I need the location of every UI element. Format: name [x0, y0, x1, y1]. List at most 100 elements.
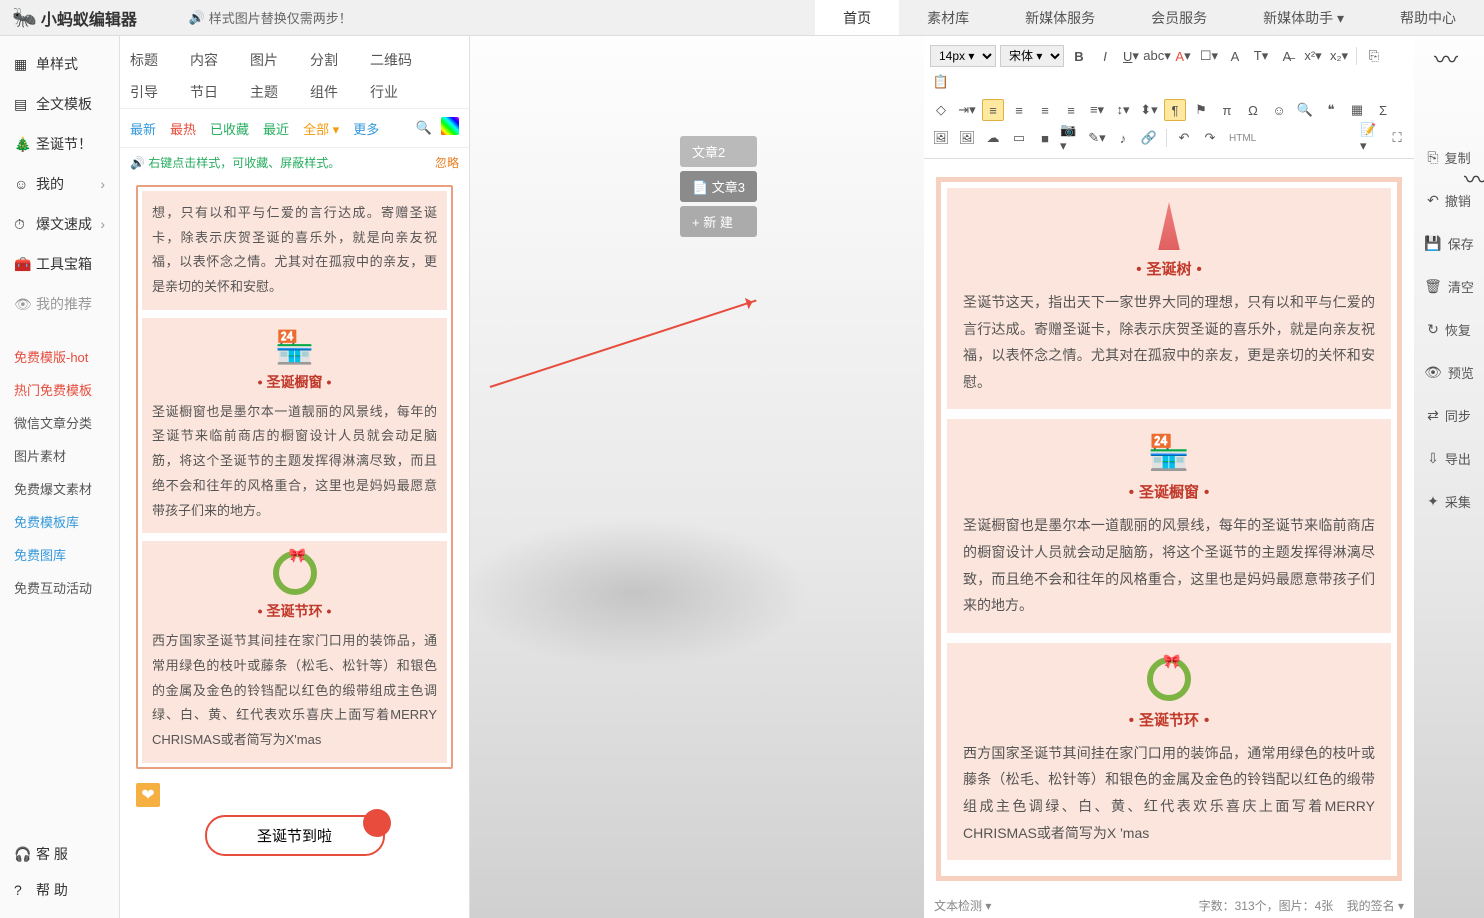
- action-恢复[interactable]: ↻恢复: [1414, 308, 1484, 351]
- sup-icon[interactable]: x²▾: [1302, 45, 1324, 67]
- style-tab[interactable]: 行业: [370, 76, 430, 108]
- clear-icon[interactable]: A̶: [1276, 45, 1298, 67]
- list-icon[interactable]: ≡▾: [1086, 99, 1108, 121]
- style-tab[interactable]: 组件: [310, 76, 370, 108]
- image-icon[interactable]: 🖼: [930, 127, 952, 149]
- card-icon[interactable]: ▭: [1008, 127, 1030, 149]
- cloud-icon[interactable]: ☁: [982, 127, 1004, 149]
- topnav-item[interactable]: 新媒体服务: [997, 0, 1123, 35]
- indent-icon[interactable]: ⇥▾: [956, 99, 978, 121]
- topnav-item[interactable]: 首页: [815, 0, 899, 35]
- undo-icon[interactable]: ↶: [1173, 127, 1195, 149]
- style-tab[interactable]: 图片: [250, 44, 310, 76]
- style-tab[interactable]: 二维码: [370, 44, 430, 76]
- sidebar-link[interactable]: 免费模板库: [0, 505, 119, 538]
- sidebar-item[interactable]: 👁我的推荐: [0, 284, 119, 324]
- filter-item[interactable]: 全部 ▾: [303, 119, 339, 138]
- logo[interactable]: 🐜 小蚂蚁编辑器: [0, 5, 149, 30]
- sidebar-item[interactable]: ▦单样式: [0, 44, 119, 84]
- editor-canvas[interactable]: 圣诞树 圣诞节这天，指出天下一家世界大同的理想，只有以和平与仁爱的言行达成。寄赠…: [924, 159, 1414, 893]
- copy-icon[interactable]: ⎘: [1363, 45, 1385, 67]
- sidebar-item[interactable]: 🎄圣诞节！: [0, 124, 119, 164]
- style-tab[interactable]: 主题: [250, 76, 310, 108]
- strike-icon[interactable]: abc▾: [1146, 45, 1168, 67]
- color-picker-icon[interactable]: [441, 117, 459, 135]
- sidebar-item[interactable]: 🧰工具宝箱: [0, 244, 119, 284]
- fullscreen-icon[interactable]: ⛶: [1386, 127, 1408, 149]
- omega-icon[interactable]: Ω: [1242, 99, 1264, 121]
- search-icon[interactable]: 🔍: [413, 117, 435, 139]
- paste-icon[interactable]: 📋: [930, 71, 952, 93]
- filter-item[interactable]: 更多: [353, 119, 379, 138]
- underline-icon[interactable]: U▾: [1120, 45, 1142, 67]
- flag-icon[interactable]: ⚑: [1190, 99, 1212, 121]
- filter-item[interactable]: 最新: [130, 119, 156, 138]
- brush-icon[interactable]: ✎▾: [1086, 127, 1108, 149]
- align-justify-icon[interactable]: ≡: [1060, 99, 1082, 121]
- template-card[interactable]: 圣诞节到啦: [205, 815, 385, 856]
- redo-icon[interactable]: ↷: [1199, 127, 1221, 149]
- ignore-button[interactable]: 忽略: [435, 154, 459, 171]
- sidebar-link[interactable]: 微信文章分类: [0, 406, 119, 439]
- note-icon[interactable]: 📝▾: [1360, 127, 1382, 149]
- align-center-icon[interactable]: ≡: [1008, 99, 1030, 121]
- eraser-icon[interactable]: ◇: [930, 99, 952, 121]
- direction-icon[interactable]: ¶: [1164, 99, 1186, 121]
- fontsize-select[interactable]: 14px ▾: [930, 45, 996, 67]
- topnav-item[interactable]: 会员服务: [1123, 0, 1235, 35]
- search2-icon[interactable]: 🔍: [1294, 99, 1316, 121]
- align-right-icon[interactable]: ≡: [1034, 99, 1056, 121]
- sub-icon[interactable]: x₂▾: [1328, 45, 1350, 67]
- action-同步[interactable]: ⇄同步: [1414, 394, 1484, 437]
- filter-item[interactable]: 最热: [170, 119, 196, 138]
- align-left-icon[interactable]: ≡: [982, 99, 1004, 121]
- sidebar-link[interactable]: 免费爆文素材: [0, 472, 119, 505]
- emoji-icon[interactable]: ☺: [1268, 99, 1290, 121]
- bgcolor-icon[interactable]: ☐▾: [1198, 45, 1220, 67]
- action-导出[interactable]: ⇩导出: [1414, 437, 1484, 480]
- style-tab[interactable]: 内容: [190, 44, 250, 76]
- sigma-icon[interactable]: Σ: [1372, 99, 1394, 121]
- doc-tab[interactable]: 文章2: [680, 136, 757, 167]
- lineheight-icon[interactable]: ↕▾: [1112, 99, 1134, 121]
- style-tab[interactable]: 节日: [190, 76, 250, 108]
- bold-icon[interactable]: B: [1068, 45, 1090, 67]
- sidebar-link[interactable]: 免费互动活动: [0, 571, 119, 604]
- sidebar-item[interactable]: ▤全文模板: [0, 84, 119, 124]
- new-doc-button[interactable]: + 新 建: [680, 206, 757, 237]
- sidebar-link[interactable]: 免费图库: [0, 538, 119, 571]
- sidebar-bottom-item[interactable]: 🎧客 服: [0, 836, 119, 872]
- action-复制[interactable]: ⎘复制: [1414, 136, 1484, 179]
- filter-item[interactable]: 最近: [263, 119, 289, 138]
- case-icon[interactable]: A: [1224, 45, 1246, 67]
- filter-item[interactable]: 已收藏: [210, 119, 249, 138]
- sidebar-link[interactable]: 免费模版-hot: [0, 340, 119, 373]
- sidebar-item[interactable]: ☺我的›: [0, 164, 119, 204]
- sidebar-item[interactable]: ⏱爆文速成›: [0, 204, 119, 244]
- template-card[interactable]: 想，只有以和平与仁爱的言行达成。寄赠圣诞卡，除表示庆贺圣诞的喜乐外，就是向亲友祝…: [136, 185, 453, 769]
- topnav-item[interactable]: 新媒体助手 ▾: [1235, 0, 1372, 35]
- video-icon[interactable]: ■: [1034, 127, 1056, 149]
- fontcolor-icon[interactable]: A▾: [1172, 45, 1194, 67]
- action-预览[interactable]: 👁预览: [1414, 351, 1484, 394]
- action-采集[interactable]: ✦采集: [1414, 480, 1484, 523]
- music-icon[interactable]: ♪: [1112, 127, 1134, 149]
- topnav-item[interactable]: 素材库: [899, 0, 997, 35]
- action-撤销[interactable]: ↶撤销: [1414, 179, 1484, 222]
- link-icon[interactable]: 🔗: [1138, 127, 1160, 149]
- camera-icon[interactable]: 📷▾: [1060, 127, 1082, 149]
- signature-dropdown[interactable]: 我的签名 ▾: [1347, 899, 1404, 913]
- style-tab[interactable]: 分割: [310, 44, 370, 76]
- sidebar-link[interactable]: 热门免费模板: [0, 373, 119, 406]
- html-button[interactable]: HTML: [1225, 133, 1260, 144]
- quote-icon[interactable]: ❝: [1320, 99, 1342, 121]
- multi-image-icon[interactable]: 🖼: [956, 127, 978, 149]
- style-tab[interactable]: 标题: [130, 44, 190, 76]
- doc-tab[interactable]: 📄 文章3: [680, 171, 757, 202]
- format-icon[interactable]: T▾: [1250, 45, 1272, 67]
- action-清空[interactable]: 🗑清空: [1414, 265, 1484, 308]
- fontfamily-select[interactable]: 宋体 ▾: [1000, 45, 1064, 67]
- sidebar-link[interactable]: 图片素材: [0, 439, 119, 472]
- italic-icon[interactable]: I: [1094, 45, 1116, 67]
- action-保存[interactable]: 💾保存: [1414, 222, 1484, 265]
